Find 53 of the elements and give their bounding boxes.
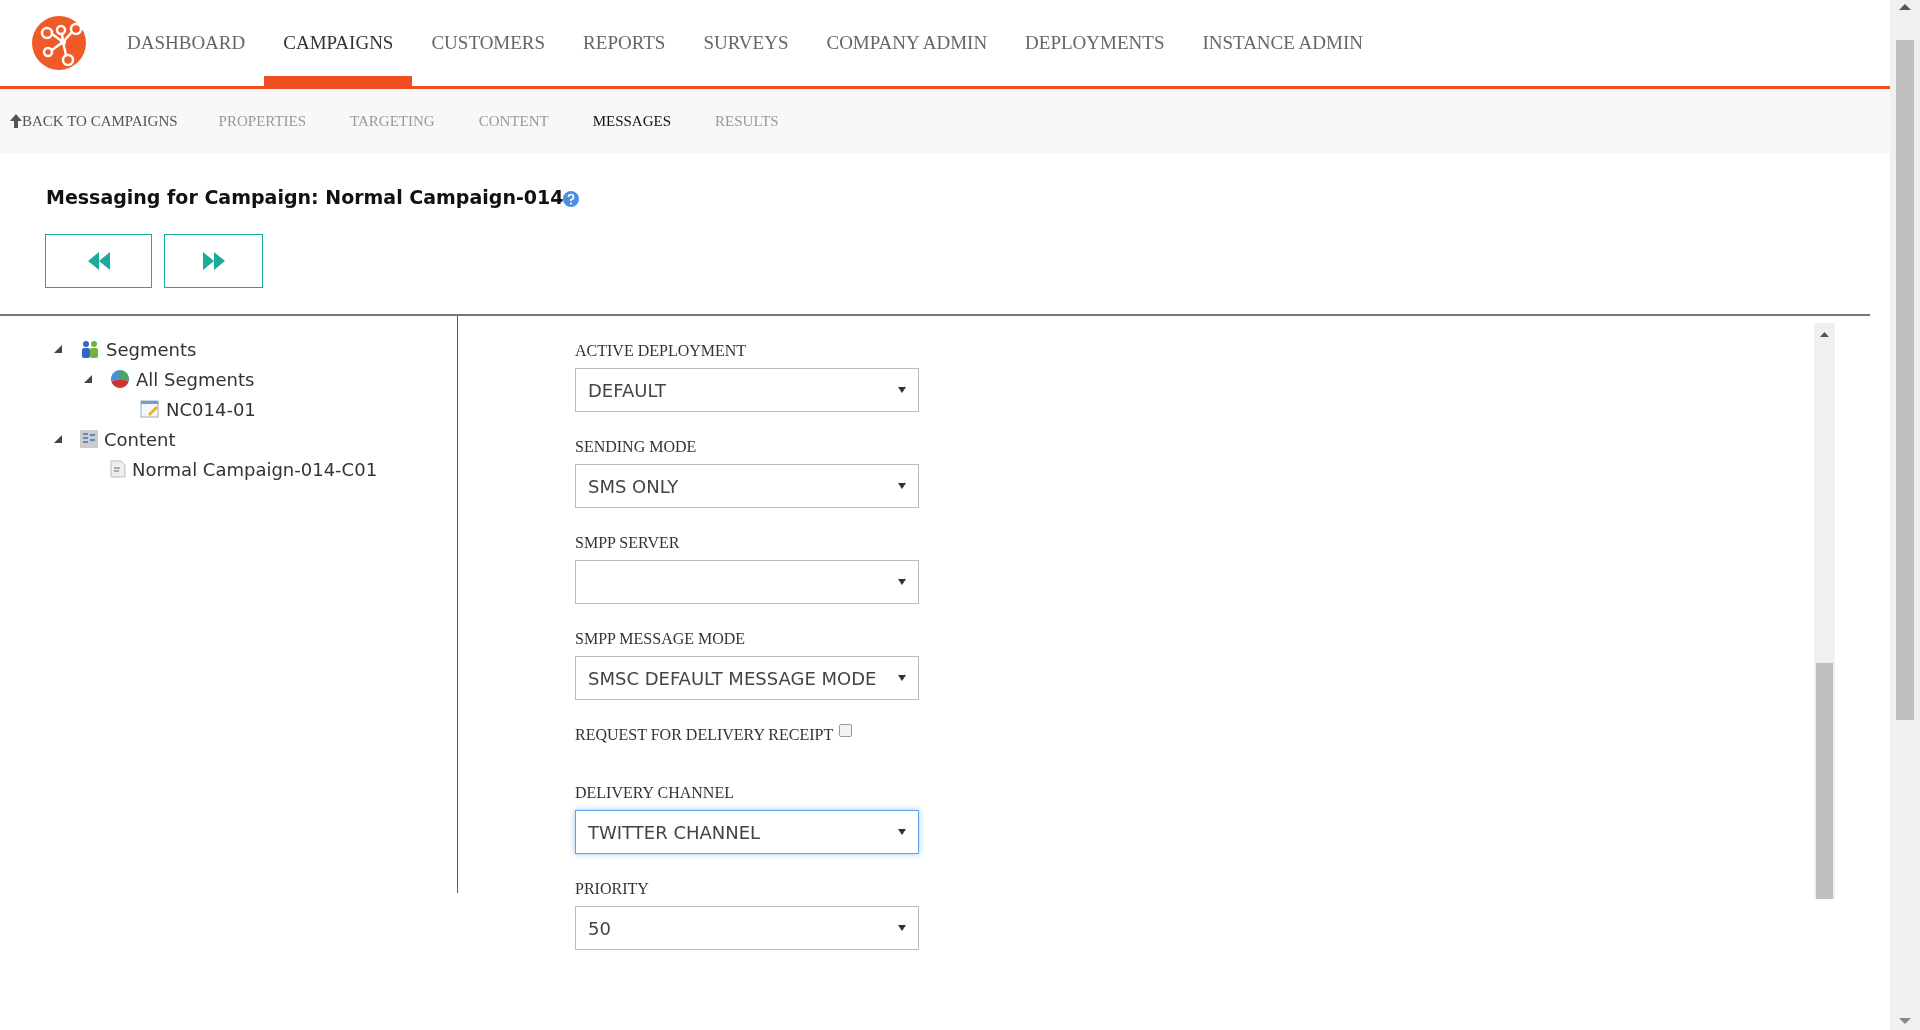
- scrollbar[interactable]: [1890, 0, 1920, 1030]
- checkbox-label: REQUEST FOR DELIVERY RECEIPT: [575, 726, 834, 744]
- fast-forward-icon: [202, 252, 225, 270]
- field-label: ACTIVE DEPLOYMENT: [575, 342, 748, 360]
- dropdown-field[interactable]: SMSC DEFAULT MESSAGE MODE: [575, 656, 919, 700]
- next-button[interactable]: [164, 234, 263, 288]
- nav-tab[interactable]: COMPANY ADMIN: [807, 0, 1007, 86]
- tree-item[interactable]: Segments: [106, 338, 197, 360]
- caret-icon: [898, 387, 906, 393]
- tree-item[interactable]: All Segments: [136, 368, 255, 390]
- rewind-icon: [87, 252, 110, 270]
- nav-tab[interactable]: DASHBOARD: [108, 0, 265, 86]
- nav-tab[interactable]: DEPLOYMENTS: [1006, 0, 1184, 86]
- field-label: PRIORITY: [575, 880, 650, 898]
- caret-icon: [898, 579, 906, 585]
- caret-icon: [898, 925, 906, 931]
- nav-tab[interactable]: INSTANCE ADMIN: [1183, 0, 1382, 86]
- dropdown-field[interactable]: SMS ONLY: [575, 464, 919, 508]
- collapse-triangle-icon[interactable]: [52, 433, 64, 445]
- caret-icon: [898, 675, 906, 681]
- collapse-triangle-icon[interactable]: [52, 343, 64, 355]
- note-edit-icon: [140, 400, 160, 418]
- back-link[interactable]: BACK TO CAMPAIGNS: [10, 112, 178, 130]
- pie-chart-icon: [110, 369, 130, 389]
- tree-item[interactable]: Normal Campaign-014-C01: [132, 458, 378, 480]
- field-label: SENDING MODE: [575, 438, 698, 456]
- collapse-triangle-icon[interactable]: [82, 373, 94, 385]
- tree-item[interactable]: NC014-01: [166, 398, 256, 420]
- tree-item[interactable]: Content: [104, 428, 176, 450]
- nav-tab[interactable]: REPORTS: [564, 0, 685, 86]
- people-icon: [80, 340, 100, 358]
- content-icon: [80, 430, 98, 448]
- checkbox[interactable]: [839, 724, 853, 737]
- field-label: SMPP SERVER: [575, 534, 681, 552]
- dropdown-field[interactable]: DEFAULT: [575, 368, 919, 412]
- page-title: Messaging for Campaign: Normal Campaign-014: [46, 186, 564, 208]
- nav-tab[interactable]: SURVEYS: [684, 0, 808, 86]
- document-icon: [110, 460, 126, 478]
- nav-tab[interactable]: CUSTOMERS: [412, 0, 565, 86]
- caret-icon: [898, 829, 906, 835]
- caret-icon: [898, 483, 906, 489]
- scrollbar[interactable]: [1814, 323, 1835, 899]
- logo-icon[interactable]: [32, 16, 86, 70]
- sub-tab[interactable]: MESSAGES: [570, 112, 694, 130]
- dropdown-field[interactable]: [575, 560, 919, 604]
- previous-button[interactable]: [45, 234, 152, 288]
- dropdown-field[interactable]: 50: [575, 906, 919, 950]
- nav-tab[interactable]: CAMPAIGNS: [264, 0, 413, 86]
- dropdown-field[interactable]: TWITTER CHANNEL: [575, 810, 919, 854]
- field-label: DELIVERY CHANNEL: [575, 784, 735, 802]
- field-label: SMPP MESSAGE MODE: [575, 630, 747, 648]
- up-arrow-icon: [10, 114, 22, 128]
- help-icon[interactable]: [563, 191, 580, 207]
